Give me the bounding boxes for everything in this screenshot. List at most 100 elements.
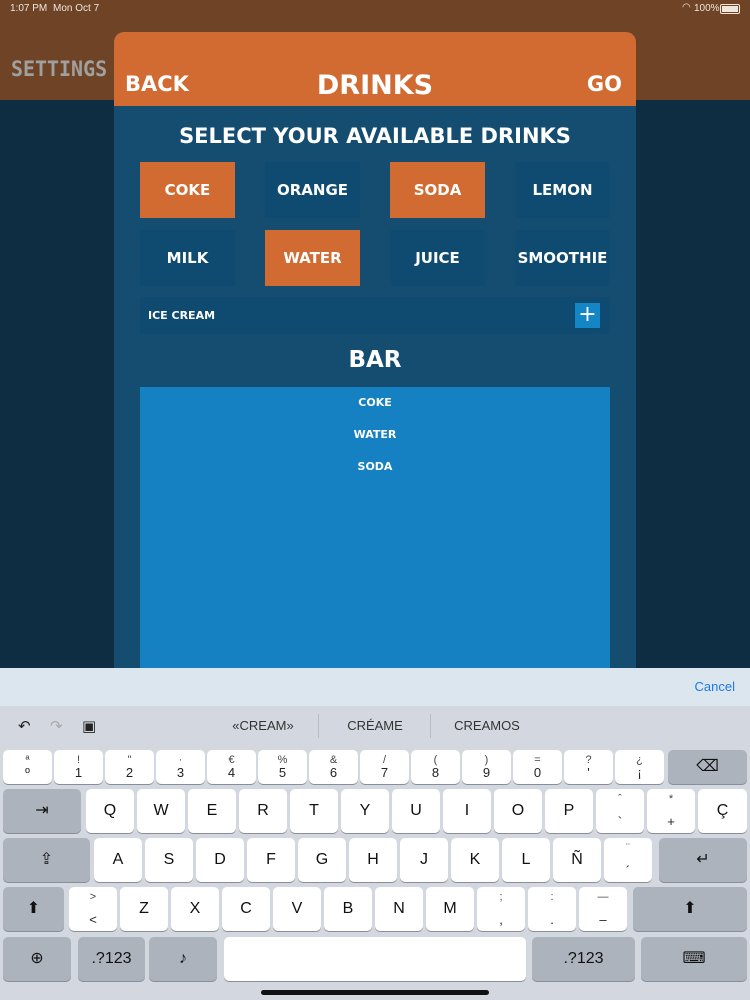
key-number-8[interactable]: (8 <box>411 750 460 784</box>
key-number-0-bottom-label: º <box>25 765 30 780</box>
key-m-label: M <box>443 900 457 917</box>
key-o[interactable]: O <box>494 789 542 833</box>
key-y[interactable]: Y <box>341 789 389 833</box>
key-v[interactable]: V <box>273 887 321 931</box>
key-c[interactable]: C <box>222 887 270 931</box>
redo-icon[interactable]: ↷ <box>50 717 63 735</box>
drink-button-lemon[interactable]: LEMON <box>515 162 610 218</box>
key-number-4[interactable]: €4 <box>207 750 256 784</box>
add-drink-button[interactable]: + <box>575 303 600 328</box>
keyboard-accessory-bar: Cancel <box>0 668 750 706</box>
tab-key-label: ⇥ <box>35 802 49 819</box>
drink-button-smoothie[interactable]: SMOOTHIE <box>515 230 610 286</box>
delete-key[interactable]: ⌫ <box>668 750 747 784</box>
key-a[interactable]: A <box>94 838 142 882</box>
key-punct-2[interactable]: — – <box>579 887 627 931</box>
modal-title: DRINKS <box>316 70 434 101</box>
key-p[interactable]: P <box>545 789 593 833</box>
key-number-5[interactable]: % 5 <box>258 750 307 784</box>
tab-key[interactable]: ⇥ <box>3 789 81 833</box>
key-k[interactable]: K <box>451 838 499 882</box>
paste-icon[interactable]: ▣ <box>82 717 96 735</box>
hide-keyboard-key[interactable]: ⌨ <box>641 937 747 981</box>
key-s[interactable]: S <box>145 838 193 882</box>
dictation-key[interactable]: ♪ <box>149 937 217 981</box>
select-drinks-title: SELECT YOUR AVAILABLE DRINKS <box>179 124 571 148</box>
suggestion-3[interactable]: CREAMOS <box>432 718 542 733</box>
go-button[interactable]: GO <box>587 72 622 96</box>
key-m[interactable]: M <box>426 887 474 931</box>
suggestion-1[interactable]: «CREAM» <box>208 718 318 733</box>
key-b[interactable]: B <box>324 887 372 931</box>
key-diaeresis[interactable]: ¨ ´ <box>604 838 652 882</box>
key-number-0[interactable]: ªº <box>3 750 52 784</box>
key-q[interactable]: Q <box>86 789 134 833</box>
drink-button-soda[interactable]: SODA <box>390 162 485 218</box>
shift-key-right[interactable]: ⬆ <box>633 887 747 931</box>
key-r[interactable]: R <box>239 789 287 833</box>
cancel-button[interactable]: Cancel <box>695 679 735 694</box>
key-ñ[interactable]: Ñ <box>553 838 601 882</box>
key-l-label: L <box>521 851 531 868</box>
key-t[interactable]: T <box>290 789 338 833</box>
key-number-6[interactable]: & 6 <box>309 750 358 784</box>
caps-lock-key[interactable]: ⇪ <box>3 838 90 882</box>
key-punct-0[interactable]: ;, <box>477 887 525 931</box>
key-number-1[interactable]: ! 1 <box>54 750 103 784</box>
key-angle-brackets[interactable]: > < <box>69 887 117 931</box>
key-number-5-bottom-label: 5 <box>278 765 287 780</box>
drink-button-orange[interactable]: ORANGE <box>265 162 360 218</box>
key-g[interactable]: G <box>298 838 346 882</box>
key-u[interactable]: U <box>392 789 440 833</box>
numbers-key-right[interactable]: .?123 <box>532 937 635 981</box>
key-number-9[interactable]: ) 9 <box>462 750 511 784</box>
numbers-key-left[interactable]: .?123 <box>78 937 145 981</box>
key-z[interactable]: Z <box>120 887 168 931</box>
key-number-2[interactable]: " 2 <box>105 750 154 784</box>
key-i[interactable]: I <box>443 789 491 833</box>
key-accent-grave[interactable]: ˆ ` <box>596 789 644 833</box>
key-number-10[interactable]: = 0 <box>513 750 562 784</box>
new-drink-input[interactable]: ICE CREAM <box>148 309 215 322</box>
key-a-label: A <box>112 851 124 868</box>
status-time: 1:07 PM <box>10 3 48 14</box>
shift-key-left[interactable]: ⬆ <box>3 887 64 931</box>
drink-button-coke[interactable]: COKE <box>140 162 235 218</box>
keyboard-toolbar: ↶ ↷ ▣ «CREAM» CRÉAME CREAMOS <box>0 706 750 746</box>
globe-key[interactable]: ⊕ <box>3 937 71 981</box>
key-number-11[interactable]: ? ' <box>564 750 613 784</box>
caps-lock-key-label: ⇪ <box>39 851 54 868</box>
space-bar[interactable] <box>224 937 526 981</box>
return-key[interactable]: ↵ <box>659 838 747 882</box>
key-x[interactable]: X <box>171 887 219 931</box>
suggestion-2[interactable]: CRÉAME <box>320 718 430 733</box>
key-number-3[interactable]: · 3 <box>156 750 205 784</box>
suggestion-divider <box>430 714 431 738</box>
key-n[interactable]: N <box>375 887 423 931</box>
key-h[interactable]: H <box>349 838 397 882</box>
drink-button-milk[interactable]: MILK <box>140 230 235 286</box>
key-r-label: R <box>257 802 269 819</box>
undo-icon[interactable]: ↶ <box>18 717 31 735</box>
key-number-3-bottom-label: 3 <box>176 765 185 780</box>
key-f[interactable]: F <box>247 838 295 882</box>
key-e[interactable]: E <box>188 789 236 833</box>
key-t-label: T <box>309 802 319 819</box>
key-diaeresis-top-label: ¨ <box>626 842 630 854</box>
key-c-cedilla[interactable]: Ç <box>698 789 747 833</box>
key-j[interactable]: J <box>400 838 448 882</box>
dictation-key-label: ♪ <box>179 950 187 967</box>
key-plus[interactable]: * + <box>647 789 695 833</box>
drink-button-water[interactable]: WATER <box>265 230 360 286</box>
key-w[interactable]: W <box>137 789 185 833</box>
drink-button-juice[interactable]: JUICE <box>390 230 485 286</box>
key-number-7-bottom-label: 7 <box>380 765 389 780</box>
back-button[interactable]: BACK <box>125 72 189 96</box>
key-number-7[interactable]: /7 <box>360 750 409 784</box>
home-indicator <box>261 990 489 995</box>
key-punct-1[interactable]: :. <box>528 887 576 931</box>
key-d[interactable]: D <box>196 838 244 882</box>
key-accent-grave-top-label: ˆ <box>618 793 622 805</box>
key-number-12[interactable]: ¿ ¡ <box>615 750 664 784</box>
key-l[interactable]: L <box>502 838 550 882</box>
